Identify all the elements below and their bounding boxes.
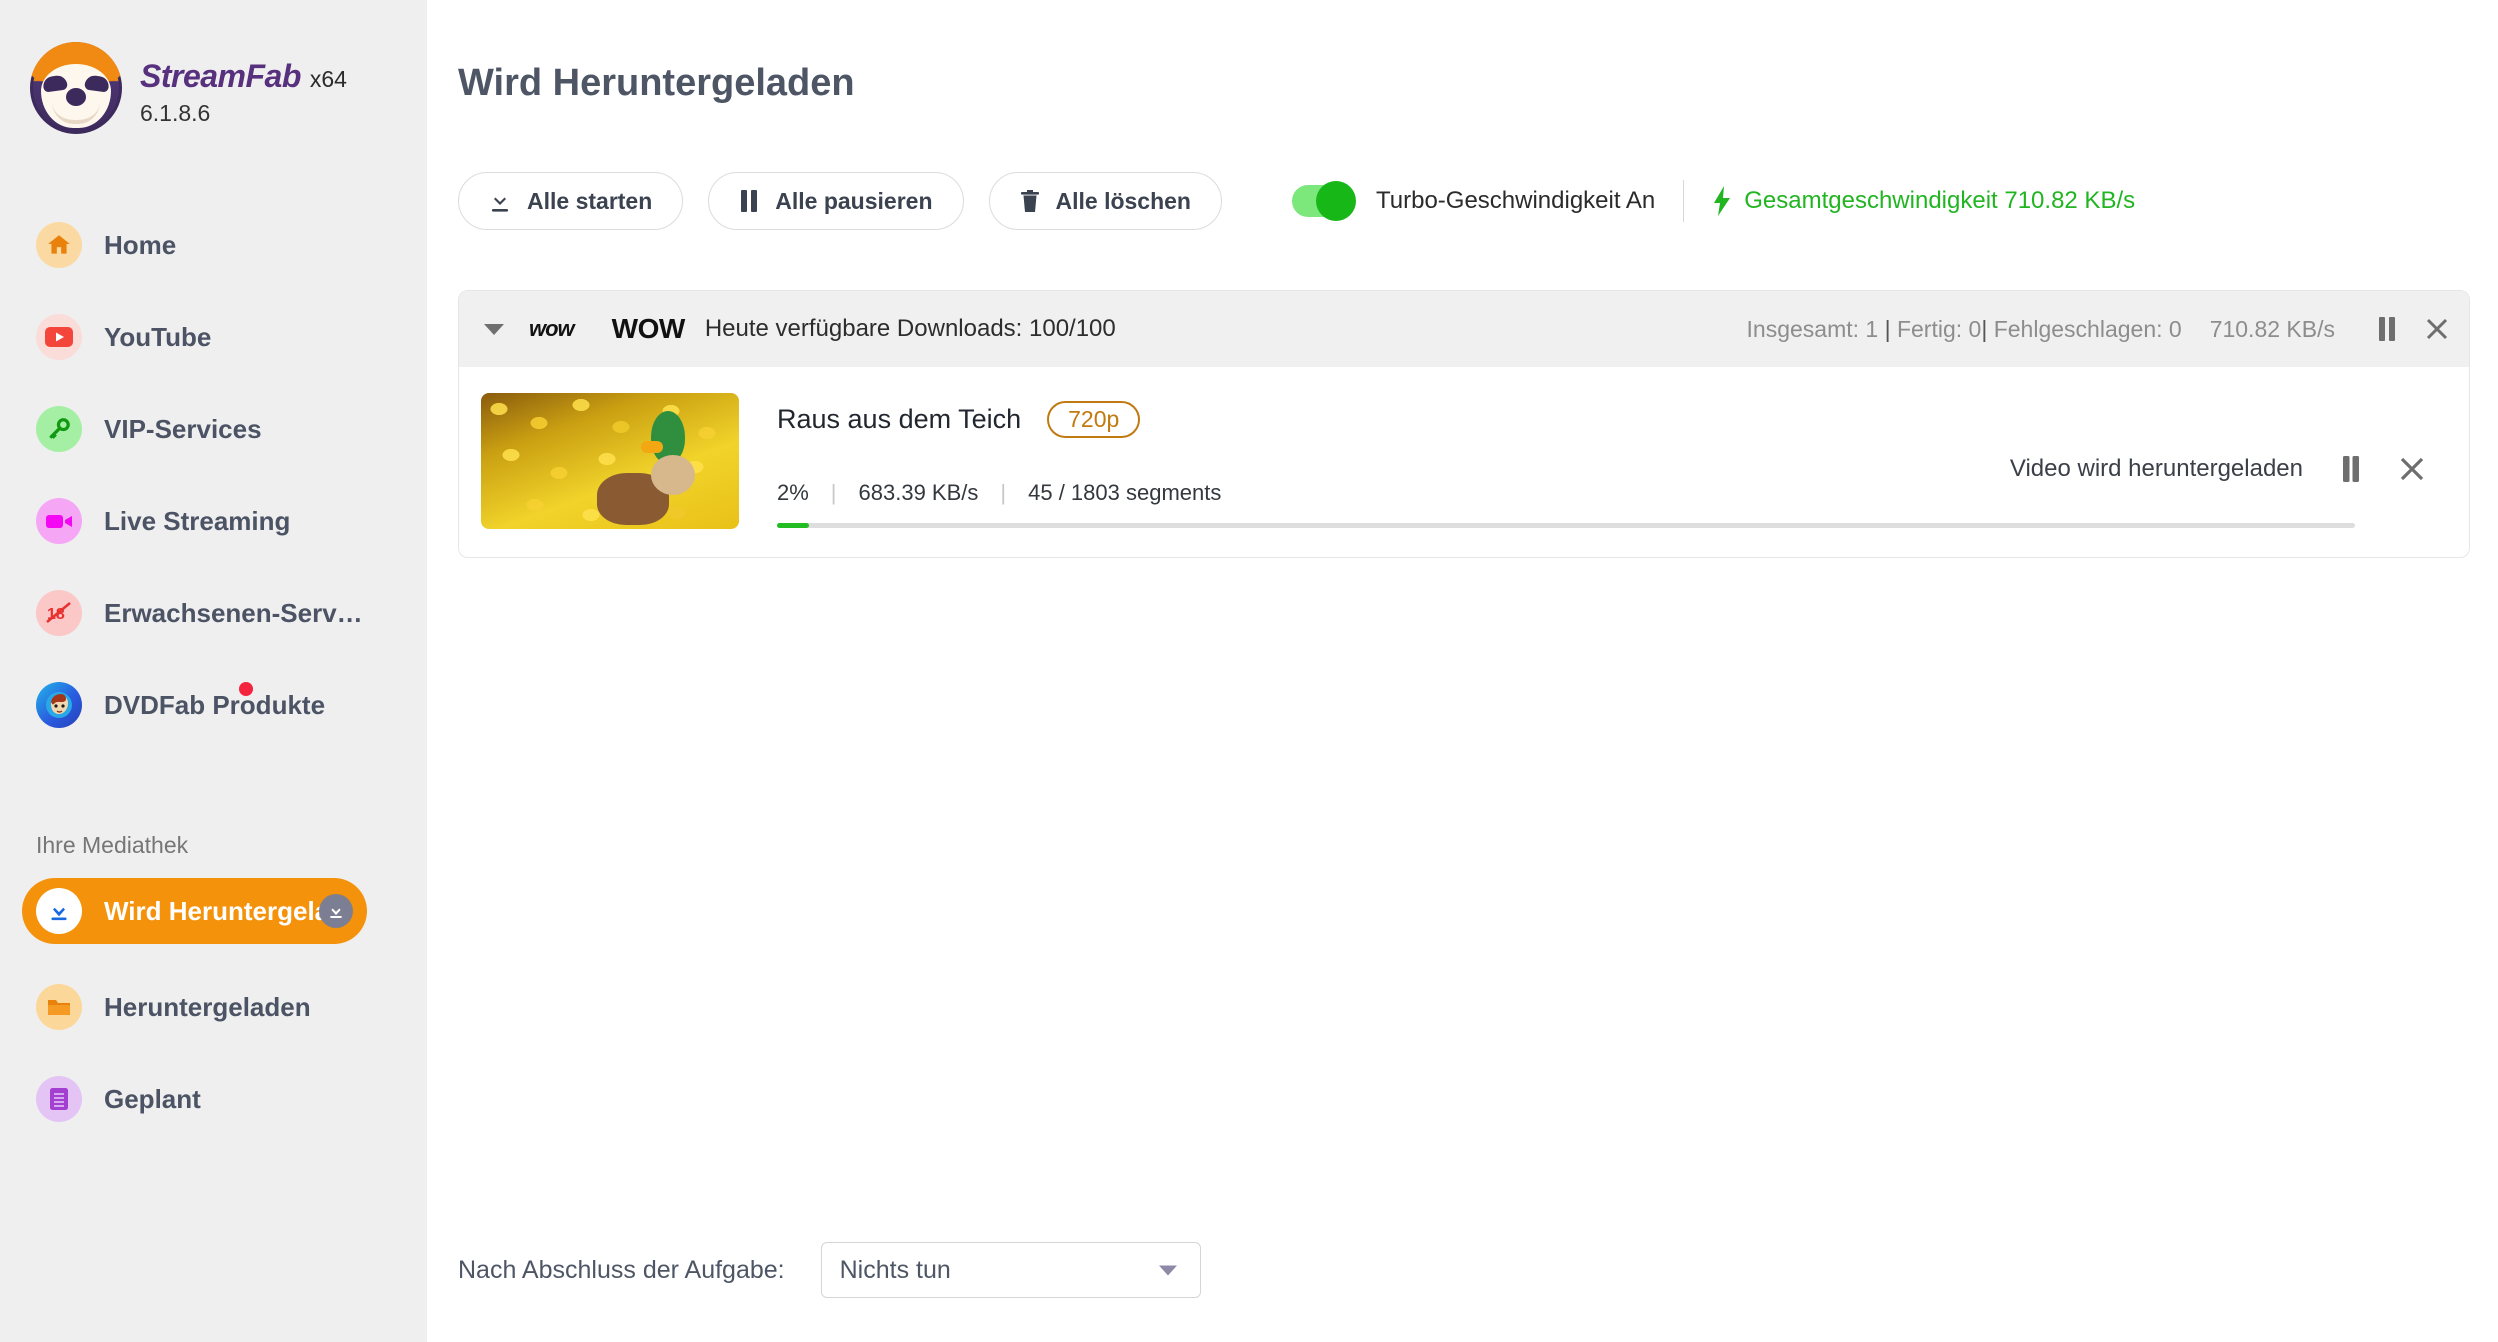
sidebar-item-label: VIP-Services	[104, 413, 262, 444]
item-pause-button[interactable]	[2341, 455, 2361, 483]
sidebar-item-adult-services[interactable]: 18 Erwachsenen-Serv…	[0, 584, 427, 642]
pause-icon	[739, 189, 759, 213]
download-item-row[interactable]: Raus aus dem Teich 720p 2% | 683.39 KB/s…	[459, 367, 2469, 557]
start-all-label: Alle starten	[527, 187, 653, 214]
toolbar-divider	[1683, 180, 1685, 222]
brand-name: StreamFab	[140, 58, 301, 94]
sidebar-nav: Home YouTube VIP-Services Live Streaming	[0, 216, 427, 768]
sidebar: StreamFab x64 6.1.8.6 Home YouTube VIP-S…	[0, 0, 427, 1342]
schedule-list-icon	[36, 1076, 82, 1122]
turbo-speed-toggle[interactable]: Turbo-Geschwindigkeit An	[1291, 181, 1656, 221]
sidebar-item-dvdfab-produkte[interactable]: DVDFab Produkte	[0, 676, 427, 734]
download-status-text: Video wird heruntergeladen	[2009, 455, 2303, 482]
youtube-icon	[36, 314, 82, 360]
sidebar-item-label: Geplant	[104, 1083, 201, 1114]
download-icon	[489, 189, 511, 213]
download-item-title: Raus aus dem Teich	[777, 404, 1022, 434]
group-close-button[interactable]	[2425, 317, 2449, 341]
chevron-down-icon[interactable]	[481, 316, 507, 342]
sidebar-item-label: YouTube	[104, 321, 212, 352]
total-speed-label: Gesamtgeschwindigkeit 710.82 KB/s	[1744, 187, 2136, 214]
group-total-label: Insgesamt: 1	[1746, 315, 1879, 342]
video-camera-icon	[36, 498, 82, 544]
sidebar-section-title: Ihre Mediathek	[36, 832, 189, 858]
group-failed-label: Fehlgeschlagen: 0	[1993, 315, 2182, 342]
sidebar-library-nav: Wird Heruntergela Heruntergeladen Geplan…	[0, 878, 427, 1162]
download-item-body: Raus aus dem Teich 720p 2% | 683.39 KB/s…	[777, 393, 2447, 528]
download-speed: 683.39 KB/s	[858, 480, 979, 505]
chevron-down-icon[interactable]	[1158, 1264, 1178, 1277]
group-pause-button[interactable]	[2377, 316, 2397, 342]
download-group-card: wow WOW Heute verfügbare Downloads: 100/…	[458, 290, 2470, 558]
trash-icon	[1020, 189, 1040, 213]
toggle-track[interactable]	[1291, 181, 1356, 221]
sidebar-item-live-streaming[interactable]: Live Streaming	[0, 492, 427, 550]
progress-bar-fill	[777, 523, 809, 528]
sidebar-item-label: Live Streaming	[104, 505, 291, 536]
item-close-button[interactable]	[2399, 456, 2425, 482]
group-finished-label: Fertig: 0	[1896, 315, 1982, 342]
download-segments: 45 / 1803 segments	[1028, 480, 1222, 505]
notification-dot	[239, 682, 253, 696]
key-icon	[36, 406, 82, 452]
start-all-button[interactable]: Alle starten	[458, 172, 684, 230]
brand: StreamFab x64 6.1.8.6	[30, 42, 347, 134]
sidebar-item-downloaded[interactable]: Heruntergeladen	[0, 978, 427, 1036]
app-window: StreamFab x64 6.1.8.6 Home YouTube VIP-S…	[0, 0, 2498, 1342]
pause-all-button[interactable]: Alle pausieren	[708, 172, 964, 230]
download-percent: 2%	[777, 480, 809, 505]
sidebar-item-label: Heruntergeladen	[104, 991, 311, 1022]
sidebar-item-youtube[interactable]: YouTube	[0, 308, 427, 366]
download-group-header[interactable]: wow WOW Heute verfügbare Downloads: 100/…	[459, 291, 2469, 367]
video-thumbnail	[481, 393, 739, 529]
sidebar-item-scheduled[interactable]: Geplant	[0, 1070, 427, 1128]
meta-divider: |	[830, 480, 837, 505]
delete-all-label: Alle löschen	[1055, 187, 1191, 214]
pause-all-label: Alle pausieren	[775, 187, 933, 214]
adult-18-blocked-icon: 18	[36, 590, 82, 636]
quality-badge: 720p	[1047, 401, 1141, 438]
provider-name: WOW	[611, 313, 686, 344]
sidebar-item-label: Erwachsenen-Serv…	[104, 597, 363, 628]
after-task-select[interactable]: Nichts tun	[820, 1242, 1201, 1298]
sidebar-item-downloading[interactable]: Wird Heruntergela	[22, 878, 367, 944]
group-speed: 710.82 KB/s	[2209, 315, 2335, 342]
progress-bar-track	[777, 523, 2355, 528]
main-content: Wird Heruntergeladen Alle starten Alle p…	[427, 0, 2498, 1342]
turbo-speed-label: Turbo-Geschwindigkeit An	[1375, 187, 1656, 214]
toggle-knob	[1315, 181, 1356, 221]
page-title: Wird Heruntergeladen	[458, 62, 855, 104]
brand-version: 6.1.8.6	[140, 100, 211, 126]
streamfab-logo-icon	[30, 42, 122, 134]
meta-divider: |	[1000, 480, 1007, 505]
bottom-bar: Nach Abschluss der Aufgabe: Nichts tun	[458, 1242, 1201, 1298]
total-speed: Gesamtgeschwindigkeit 710.82 KB/s	[1712, 186, 2135, 216]
after-task-selected-value: Nichts tun	[839, 1255, 951, 1284]
dvdfab-avatar-icon	[36, 682, 82, 728]
home-icon	[36, 222, 82, 268]
download-arrow-icon	[319, 894, 353, 928]
delete-all-button[interactable]: Alle löschen	[988, 172, 1222, 230]
toolbar: Alle starten Alle pausieren Alle löschen…	[458, 172, 2135, 230]
download-item-actions: Video wird heruntergeladen	[2010, 455, 2425, 483]
folder-icon	[36, 984, 82, 1030]
download-arrow-icon	[36, 888, 82, 934]
brand-architecture: x64	[309, 66, 347, 92]
sidebar-item-vip-services[interactable]: VIP-Services	[0, 400, 427, 458]
sidebar-item-label: DVDFab Produkte	[104, 689, 326, 720]
lightning-bolt-icon	[1712, 186, 1732, 216]
sidebar-item-label: Wird Heruntergela	[104, 895, 330, 926]
daily-quota-text: Heute verfügbare Downloads: 100/100	[704, 315, 1116, 342]
sidebar-item-home[interactable]: Home	[0, 216, 427, 274]
sidebar-item-label: Home	[104, 229, 177, 260]
provider-logo-icon: wow	[529, 316, 575, 341]
after-task-label: Nach Abschluss der Aufgabe:	[458, 1255, 785, 1284]
